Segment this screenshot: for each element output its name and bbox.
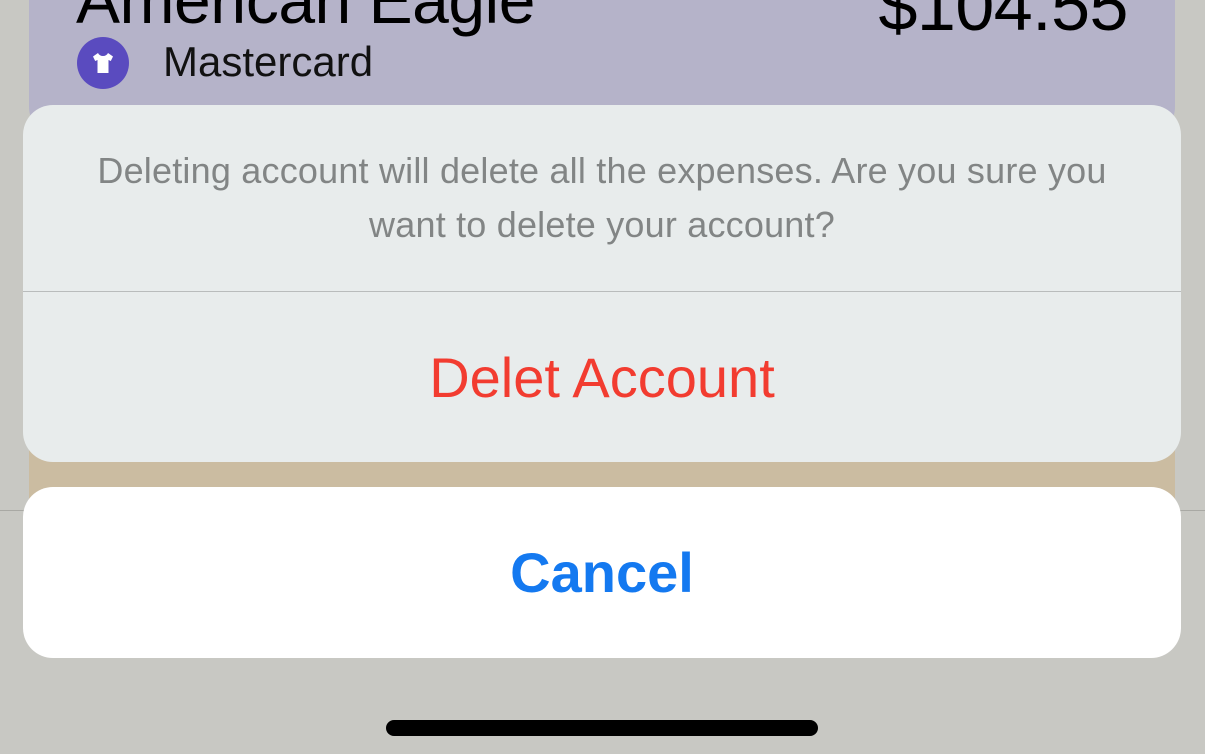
- home-indicator[interactable]: [386, 720, 818, 736]
- cancel-button[interactable]: Cancel: [23, 487, 1181, 658]
- delete-account-button[interactable]: Delet Account: [23, 292, 1181, 462]
- payment-card-name: Mastercard: [163, 38, 374, 85]
- tshirt-icon: [77, 37, 129, 89]
- merchant-name: American Eagle: [76, 0, 535, 37]
- expense-amount: $104.55: [878, 0, 1128, 45]
- action-sheet: Deleting account will delete all the exp…: [23, 105, 1181, 462]
- action-sheet-message: Deleting account will delete all the exp…: [97, 150, 1107, 245]
